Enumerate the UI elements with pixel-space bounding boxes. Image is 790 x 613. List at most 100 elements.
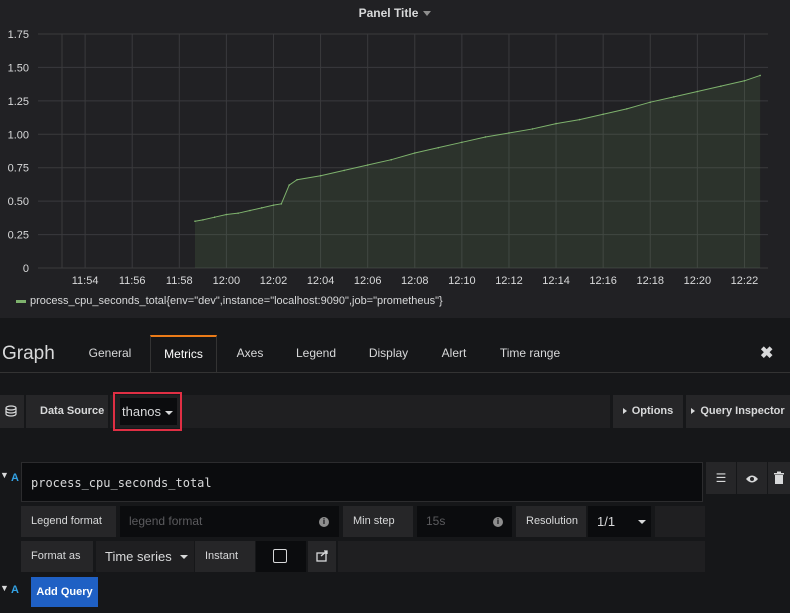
series-point	[602, 113, 604, 116]
tab-display[interactable]: Display	[357, 335, 420, 372]
format-as-label: Format as	[21, 541, 93, 572]
series-point	[366, 164, 369, 166]
caret-right-icon	[691, 408, 696, 415]
y-tick-label: 0.25	[8, 230, 29, 242]
series-point	[194, 220, 196, 222]
resolution-select[interactable]: 1/1	[588, 506, 651, 537]
series-point	[461, 141, 463, 144]
x-tick-label: 12:14	[542, 275, 570, 287]
query-ref[interactable]: A	[11, 472, 19, 484]
database-icon	[5, 405, 17, 417]
x-tick-label: 11:54	[72, 275, 99, 287]
series-point	[625, 108, 628, 110]
options-button[interactable]: Options	[613, 395, 683, 428]
share-icon	[316, 550, 328, 562]
series-point	[296, 178, 298, 181]
chevron-down-icon	[165, 410, 174, 415]
series-point	[413, 152, 416, 154]
series-point	[225, 213, 228, 216]
data-source-label: Data Source	[26, 395, 108, 428]
series-point	[260, 207, 263, 209]
menu-icon[interactable]: ☰	[706, 462, 736, 494]
external-link-icon[interactable]	[308, 541, 336, 572]
caret-right-icon	[622, 408, 627, 415]
series-point	[759, 74, 761, 77]
series-point	[555, 122, 557, 125]
tab-time-range[interactable]: Time range	[490, 335, 570, 372]
eye-icon-svg	[746, 475, 758, 483]
add-query-ref: A	[11, 584, 19, 596]
series-point	[272, 204, 275, 206]
legend-swatch	[16, 299, 26, 303]
query-inspector-button[interactable]: Query Inspector	[686, 395, 790, 428]
chart-legend[interactable]: process_cpu_seconds_total{env="dev",inst…	[16, 295, 443, 307]
series-point	[213, 216, 216, 218]
series-point	[288, 184, 290, 186]
instant-checkbox[interactable]	[273, 549, 287, 563]
add-query-button[interactable]: Add Query	[31, 577, 98, 607]
query-expression-input[interactable]: process_cpu_seconds_total	[21, 462, 703, 502]
eye-icon[interactable]	[737, 462, 767, 494]
collapse-caret-icon: ▼	[0, 583, 9, 593]
data-source-value: thanos	[122, 404, 162, 419]
series-point	[390, 158, 393, 161]
close-icon[interactable]: ✖	[760, 343, 773, 363]
x-tick-label: 12:20	[684, 275, 712, 287]
row-filler	[655, 506, 705, 537]
series-point	[202, 219, 204, 221]
legend-format-input[interactable]: legend format	[120, 506, 339, 537]
x-tick-label: 11:58	[166, 275, 193, 287]
series-point	[508, 132, 510, 134]
series-point	[531, 128, 534, 130]
data-source-select[interactable]: thanos	[113, 392, 182, 431]
series-point	[649, 101, 652, 103]
y-tick-label: 0	[23, 263, 29, 275]
x-tick-label: 12:12	[495, 275, 523, 287]
trash-icon-svg	[774, 471, 784, 484]
x-tick-label: 12:10	[448, 275, 476, 287]
database-icon-cell	[0, 395, 24, 428]
tab-general[interactable]: General	[78, 335, 142, 372]
format-as-select[interactable]: Time series	[96, 541, 194, 572]
series-point	[237, 212, 239, 214]
tab-alert[interactable]: Alert	[431, 335, 477, 372]
series-point	[673, 96, 675, 98]
trash-icon[interactable]	[768, 462, 790, 494]
tab-legend[interactable]: Legend	[286, 335, 346, 372]
ds-row-filler	[110, 395, 610, 428]
collapse-caret-icon[interactable]: ▼	[0, 470, 9, 480]
series-area-fill	[194, 75, 761, 268]
chevron-down-icon	[180, 555, 188, 559]
resolution-label: Resolution	[516, 506, 586, 537]
series-point	[249, 209, 251, 212]
tab-metrics[interactable]: Metrics	[150, 335, 217, 372]
tab-axes[interactable]: Axes	[224, 335, 276, 372]
y-tick-label: 1.50	[8, 62, 29, 74]
x-tick-label: 12:04	[307, 275, 335, 287]
instant-label: Instant	[195, 541, 255, 572]
row-filler	[338, 541, 705, 572]
x-tick-label: 12:02	[260, 275, 288, 287]
panel-title[interactable]: Panel Title	[0, 6, 790, 20]
y-tick-label: 1.00	[8, 129, 29, 141]
series-point	[437, 146, 440, 149]
x-tick-label: 11:56	[119, 275, 146, 287]
min-step-label: Min step	[343, 506, 413, 537]
info-icon[interactable]: i	[493, 517, 503, 527]
series-point	[743, 80, 746, 82]
instant-checkbox-cell	[256, 541, 306, 572]
legend-series-label: process_cpu_seconds_total{env="dev",inst…	[30, 295, 443, 307]
chart: 0 0.25 0.50 0.75 1.00 1.25 1.50 1.75 11:54 11:56…	[8, 29, 768, 287]
chevron-down-icon	[638, 520, 646, 524]
chevron-down-icon	[423, 11, 432, 17]
legend-format-label: Legend format	[21, 506, 116, 537]
x-tick-label: 12:16	[589, 275, 617, 287]
info-icon[interactable]: i	[319, 517, 329, 527]
x-tick-label: 12:06	[354, 275, 382, 287]
y-tick-label: 0.50	[8, 196, 29, 208]
series-point	[343, 169, 345, 172]
series-point	[319, 174, 322, 177]
y-tick-label: 0.75	[8, 163, 29, 175]
x-tick-label: 12:08	[401, 275, 429, 287]
y-tick-label: 1.25	[8, 96, 29, 108]
